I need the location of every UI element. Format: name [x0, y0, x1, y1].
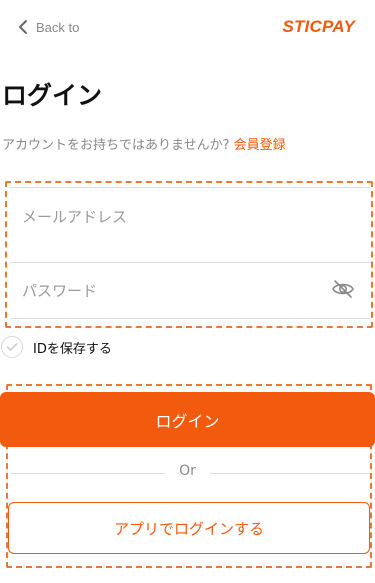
login-button[interactable]: ログイン	[0, 392, 375, 447]
email-field[interactable]: メールアドレス	[10, 187, 371, 244]
chevron-left-icon	[18, 19, 28, 35]
password-placeholder: パスワード	[22, 282, 98, 300]
remember-id-toggle[interactable]: IDを保存する	[0, 334, 112, 360]
eye-slash-icon[interactable]	[331, 279, 355, 303]
back-label: Back to	[36, 19, 80, 35]
page-title: ログイン	[2, 81, 103, 110]
signup-prompt-text: アカウントをお持ちではありませんか?	[2, 138, 230, 153]
password-field[interactable]: パスワード	[10, 262, 371, 319]
remember-label: IDを保存する	[33, 341, 112, 357]
remember-checkbox[interactable]	[1, 336, 23, 358]
brand-logo: STICPAY	[282, 14, 355, 40]
app-login-button[interactable]: アプリでログインする	[8, 502, 370, 554]
signup-prompt: アカウントをお持ちではありませんか? 会員登録	[2, 134, 286, 153]
back-link[interactable]: Back to	[18, 14, 79, 40]
signup-link[interactable]: 会員登録	[234, 138, 286, 153]
or-text: Or	[179, 463, 196, 479]
brand-logo-text: STICPAY	[282, 17, 355, 36]
email-placeholder: メールアドレス	[22, 207, 128, 226]
